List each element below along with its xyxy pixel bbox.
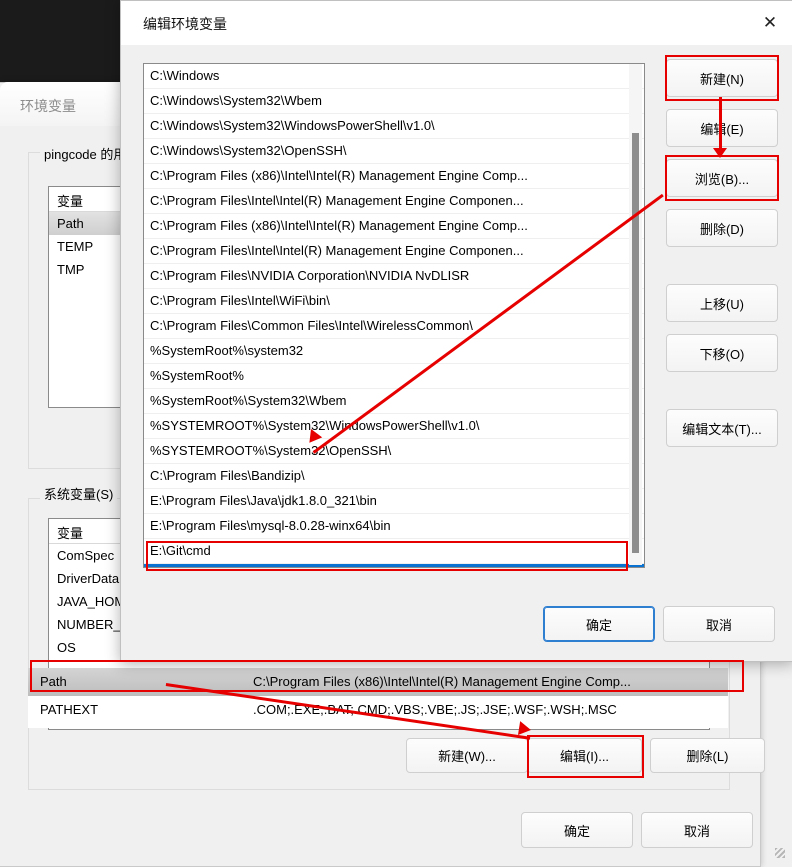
path-entry-row[interactable]: %SYSTEMROOT%\System32\WindowsPowerShell\… bbox=[144, 414, 644, 439]
system-variable-name: Path bbox=[40, 674, 67, 689]
window-ok-button[interactable]: 确定 bbox=[521, 812, 633, 848]
path-entry-row[interactable]: C:\Program Files\Intel\Intel(R) Manageme… bbox=[144, 239, 644, 264]
dialog-title: 编辑环境变量 bbox=[143, 16, 227, 32]
dialog-delete-button[interactable]: 删除(D) bbox=[666, 209, 778, 247]
dialog-browse-button[interactable]: 浏览(B)... bbox=[666, 159, 778, 197]
path-entry-value: C:\Program Files (x86)\Intel\Intel(R) Ma… bbox=[150, 218, 528, 233]
dialog-move-up-button[interactable]: 上移(U) bbox=[666, 284, 778, 322]
path-entry-value: C:\Program Files\Intel\Intel(R) Manageme… bbox=[150, 243, 524, 258]
window-cancel-button[interactable]: 取消 bbox=[641, 812, 753, 848]
path-entry-value: %SystemRoot%\System32\Wbem bbox=[150, 393, 347, 408]
path-entry-value: C:\Program Files\Bandizip\ bbox=[150, 468, 305, 483]
path-entry-row[interactable]: C:\Program Files (x86)\Intel\Intel(R) Ma… bbox=[144, 164, 644, 189]
path-entry-value: C:\Program Files\Common Files\Intel\Wire… bbox=[150, 318, 473, 333]
path-entry-row[interactable]: C:\Program Files\Bandizip\ bbox=[144, 464, 644, 489]
path-entry-value: C:\Program Files\Intel\WiFi\bin\ bbox=[150, 293, 330, 308]
system-variable-row-processor[interactable]: PROCESSOR_ARCHITECTURE AMD64 bbox=[28, 724, 728, 728]
path-entry-value: E:\Program Files\mysql-8.0.28-winx64\bin bbox=[150, 518, 391, 533]
system-delete-button[interactable]: 删除(L) bbox=[650, 738, 765, 773]
path-entry-row[interactable]: C:\Windows\System32\OpenSSH\ bbox=[144, 139, 644, 164]
system-variable-name: DriverData bbox=[57, 571, 120, 586]
path-entry-value: %SystemRoot%\system32 bbox=[150, 343, 304, 358]
path-entry-row[interactable]: E:\Program Files\Java\jdk1.8.0_321\bin bbox=[144, 489, 644, 514]
system-variables-label: 系统变量(S) bbox=[40, 484, 118, 503]
dialog-ok-button[interactable]: 确定 bbox=[543, 606, 655, 642]
system-edit-button[interactable]: 编辑(I)... bbox=[527, 738, 642, 773]
path-entry-row[interactable]: C:\Windows\System32\Wbem bbox=[144, 89, 644, 114]
path-entry-row[interactable]: %SystemRoot%\System32\Wbem bbox=[144, 389, 644, 414]
path-entry-value: E:\Git\cmd bbox=[150, 543, 211, 558]
path-entry-value: C:\Program Files (x86)\Intel\Intel(R) Ma… bbox=[150, 168, 528, 183]
path-entry-row[interactable]: C:\Windows bbox=[144, 64, 644, 89]
dialog-edit-text-button[interactable]: 编辑文本(T)... bbox=[666, 409, 778, 447]
path-entry-value: C:\Program Files\Intel\Intel(R) Manageme… bbox=[150, 193, 524, 208]
path-entry-value: C:\Windows bbox=[150, 68, 220, 83]
system-variable-value: .COM;.EXE;.BAT;.CMD;.VBS;.VBE;.JS;.JSE;.… bbox=[253, 702, 617, 717]
path-entry-value: C:\Windows\System32\OpenSSH\ bbox=[150, 143, 347, 158]
path-entry-value: E:\Program Files\Java\jdk1.8.0_321\bin bbox=[150, 493, 377, 508]
path-entry-value: C:\Windows\System32\Wbem bbox=[150, 93, 322, 108]
system-variable-row-path[interactable]: Path C:\Program Files (x86)\Intel\Intel(… bbox=[28, 668, 728, 696]
path-entry-row[interactable]: C:\Program Files\Intel\WiFi\bin\ bbox=[144, 289, 644, 314]
path-entry-row[interactable]: C:\Program Files\Common Files\Intel\Wire… bbox=[144, 314, 644, 339]
path-entries-list[interactable]: C:\Windows C:\Windows\System32\Wbem C:\Win… bbox=[143, 63, 645, 568]
path-entry-row[interactable]: %SystemRoot% bbox=[144, 364, 644, 389]
path-entry-value: %SystemRoot% bbox=[150, 368, 244, 383]
environment-variables-title: 环境变量 bbox=[20, 98, 76, 114]
system-variable-name: ComSpec bbox=[57, 548, 115, 563]
path-entry-row-selected[interactable]: E:\Program Files\Redis-x64-3.2.100 bbox=[144, 564, 644, 568]
system-new-button[interactable]: 新建(W)... bbox=[406, 738, 528, 773]
user-variable-name: Path bbox=[57, 216, 84, 231]
path-entry-row[interactable]: C:\Program Files\Intel\Intel(R) Manageme… bbox=[144, 189, 644, 214]
close-icon[interactable]: ✕ bbox=[747, 1, 792, 45]
path-entry-value: %SYSTEMROOT%\System32\WindowsPowerShell\… bbox=[150, 418, 480, 433]
path-entry-row[interactable]: %SystemRoot%\system32 bbox=[144, 339, 644, 364]
path-entry-row[interactable]: E:\Git\cmd bbox=[144, 539, 644, 564]
path-entry-row[interactable]: C:\Program Files\NVIDIA Corporation\NVID… bbox=[144, 264, 644, 289]
user-variable-name: TEMP bbox=[57, 239, 94, 254]
edit-environment-variable-dialog: 编辑环境变量 ✕ C:\Windows C:\Windows\System32\W… bbox=[120, 0, 792, 662]
system-variable-name: PROCESSOR_ARCHITECTURE bbox=[40, 724, 232, 728]
system-variable-value: AMD64 bbox=[253, 724, 296, 728]
system-variable-row-pathext[interactable]: PATHEXT .COM;.EXE;.BAT;.CMD;.VBS;.VBE;.J… bbox=[28, 696, 728, 724]
dialog-edit-button[interactable]: 编辑(E) bbox=[666, 109, 778, 147]
system-variable-value: C:\Program Files (x86)\Intel\Intel(R) Ma… bbox=[253, 674, 631, 689]
user-variables-header-label: 变量 bbox=[57, 194, 84, 209]
dialog-titlebar: 编辑环境变量 ✕ bbox=[121, 1, 792, 45]
path-entry-value: %SYSTEMROOT%\System32\OpenSSH\ bbox=[150, 443, 392, 458]
system-variable-name: OS bbox=[57, 640, 76, 655]
system-variables-visible-rows[interactable]: Path C:\Program Files (x86)\Intel\Intel(… bbox=[28, 668, 728, 728]
dialog-new-button[interactable]: 新建(N) bbox=[666, 59, 778, 97]
system-variable-name: PATHEXT bbox=[40, 702, 99, 717]
system-variables-header-label: 变量 bbox=[57, 526, 84, 541]
dialog-cancel-button[interactable]: 取消 bbox=[663, 606, 775, 642]
resize-grip[interactable] bbox=[775, 848, 785, 858]
path-list-scrollbar-thumb[interactable] bbox=[632, 133, 639, 553]
path-entry-row[interactable]: %SYSTEMROOT%\System32\OpenSSH\ bbox=[144, 439, 644, 464]
path-entry-row[interactable]: E:\Program Files\mysql-8.0.28-winx64\bin bbox=[144, 514, 644, 539]
path-entry-value: C:\Program Files\NVIDIA Corporation\NVID… bbox=[150, 268, 470, 283]
dialog-move-down-button[interactable]: 下移(O) bbox=[666, 334, 778, 372]
path-entry-value: C:\Windows\System32\WindowsPowerShell\v1… bbox=[150, 118, 435, 133]
user-variable-name: TMP bbox=[57, 262, 85, 277]
path-entry-row[interactable]: C:\Windows\System32\WindowsPowerShell\v1… bbox=[144, 114, 644, 139]
text-caret bbox=[150, 567, 152, 568]
path-entry-row[interactable]: C:\Program Files (x86)\Intel\Intel(R) Ma… bbox=[144, 214, 644, 239]
